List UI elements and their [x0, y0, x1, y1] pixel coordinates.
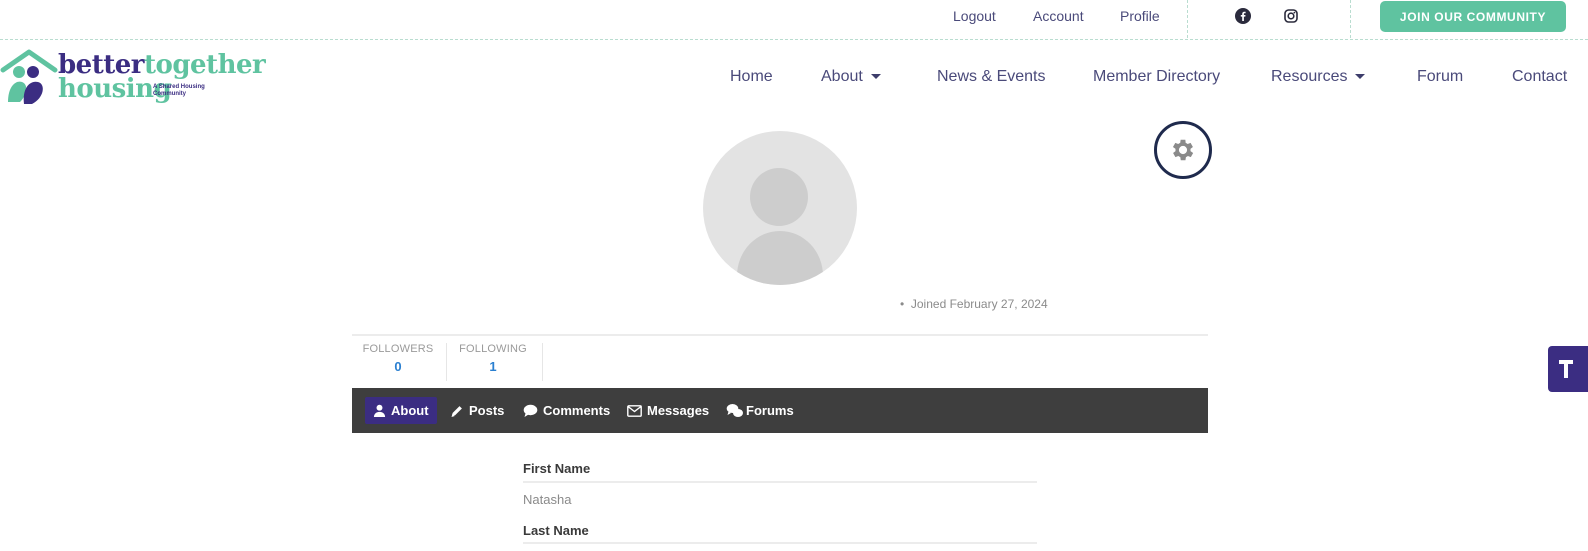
logout-link[interactable]: Logout	[953, 8, 996, 24]
avatar-head	[750, 168, 808, 226]
nav-forum[interactable]: Forum	[1417, 68, 1463, 86]
joined-date: • Joined February 27, 2024	[900, 297, 1048, 311]
last-name-label: Last Name	[523, 523, 589, 538]
house-people-icon	[0, 49, 58, 104]
comment-icon	[523, 404, 538, 418]
settings-button[interactable]	[1154, 121, 1212, 179]
profile-divider	[352, 334, 1208, 336]
followers-stat[interactable]: FOLLOWERS 0	[362, 343, 434, 381]
site-logo[interactable]: bettertogether housing A Shared Housing …	[0, 46, 266, 108]
join-community-button[interactable]: JOIN OUR COMMUNITY	[1380, 1, 1566, 32]
account-link[interactable]: Account	[1033, 8, 1084, 24]
nav-resources[interactable]: Resources	[1271, 68, 1366, 86]
facebook-icon[interactable]	[1234, 7, 1252, 25]
nav-contact[interactable]: Contact	[1512, 68, 1567, 86]
avatar-body	[737, 231, 823, 285]
field-divider	[523, 542, 1037, 544]
tab-about[interactable]: About	[365, 397, 437, 424]
forums-icon	[726, 403, 744, 418]
user-icon	[373, 404, 386, 417]
chevron-down-icon	[1355, 74, 1366, 80]
logo-tagline: A Shared Housing Community	[153, 84, 205, 97]
pencil-icon	[450, 404, 464, 418]
tab-comments[interactable]: Comments	[523, 397, 610, 424]
instagram-icon[interactable]	[1282, 7, 1300, 25]
profile-tab-bar: About Posts Comments Messages Forums	[352, 388, 1208, 433]
stat-divider	[542, 343, 543, 381]
first-name-value: Natasha	[523, 492, 572, 507]
tab-posts[interactable]: Posts	[450, 397, 504, 424]
nav-member-directory[interactable]: Member Directory	[1093, 68, 1220, 86]
top-divider	[1187, 0, 1188, 38]
nav-news-events[interactable]: News & Events	[937, 68, 1045, 86]
first-name-label: First Name	[523, 461, 591, 476]
envelope-icon	[627, 404, 642, 417]
nav-home[interactable]: Home	[730, 68, 773, 86]
gear-icon	[1172, 139, 1194, 161]
chevron-down-icon	[870, 74, 881, 80]
nav-about[interactable]: About	[821, 68, 881, 86]
tab-forums[interactable]: Forums	[726, 397, 794, 424]
stat-divider	[446, 343, 447, 381]
avatar	[703, 131, 857, 285]
side-floating-tab[interactable]	[1548, 346, 1588, 392]
following-stat[interactable]: FOLLOWING 1	[456, 343, 530, 381]
top-divider	[1350, 0, 1351, 38]
side-tab-icon	[1559, 360, 1573, 378]
top-bar: Logout Account Profile JOIN OUR COMMUNIT…	[0, 0, 1588, 40]
tab-messages[interactable]: Messages	[627, 397, 709, 424]
profile-link[interactable]: Profile	[1120, 8, 1160, 24]
field-divider	[523, 481, 1037, 483]
